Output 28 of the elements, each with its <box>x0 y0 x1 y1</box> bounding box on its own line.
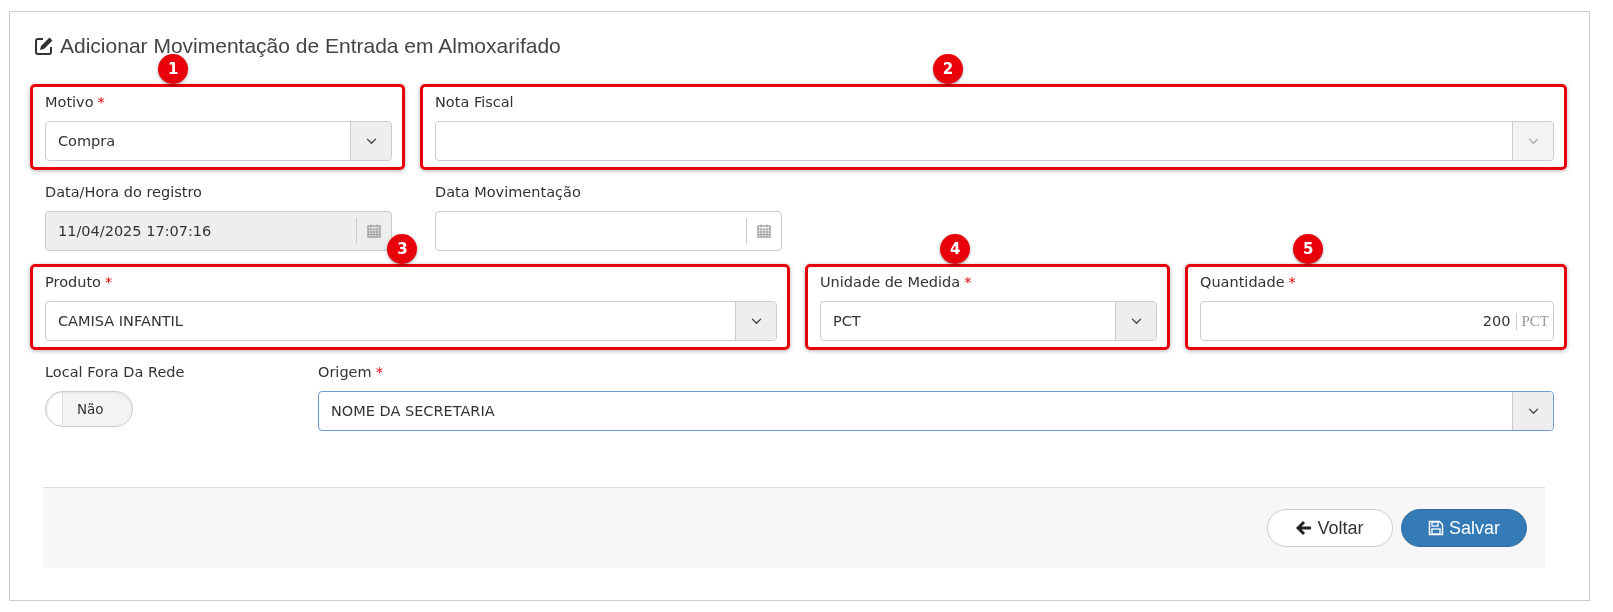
unit-suffix: PCT <box>1516 312 1553 330</box>
select-field[interactable]: CAMISA INFANTIL <box>45 301 777 341</box>
toggle-switch[interactable]: Não <box>45 391 133 427</box>
callout-badge: 2 <box>932 54 963 84</box>
required-marker: * <box>97 94 105 112</box>
required-marker: * <box>375 364 383 382</box>
field-label: Local Fora Da Rede <box>45 364 185 382</box>
field-label: Data Movimentação <box>435 184 581 202</box>
back-button[interactable]: Voltar <box>1267 509 1393 547</box>
field-label: Unidade de Medida <box>820 274 961 292</box>
save-button[interactable]: Salvar <box>1401 509 1527 547</box>
callout-badge: 4 <box>940 234 971 264</box>
field-label: Motivo <box>45 94 94 112</box>
required-marker: * <box>964 274 972 292</box>
select-field[interactable]: Compra <box>45 121 392 161</box>
field-label: Origem <box>318 364 372 382</box>
required-marker: * <box>1288 274 1296 292</box>
field-label: Data/Hora do registro <box>45 184 202 202</box>
field-label: Quantidade <box>1200 274 1285 292</box>
callout-badge: 1 <box>158 54 189 84</box>
field-label: Produto <box>45 274 101 292</box>
field-label: Nota Fiscal <box>435 94 514 112</box>
select-field[interactable]: PCT <box>820 301 1157 341</box>
select-field[interactable]: NOME DA SECRETARIA <box>318 391 1554 431</box>
callout-badge: 3 <box>387 234 418 264</box>
callout-badge: 5 <box>1293 234 1324 264</box>
quantity-field[interactable]: 200 PCT <box>1200 301 1554 341</box>
required-marker: * <box>104 274 113 292</box>
